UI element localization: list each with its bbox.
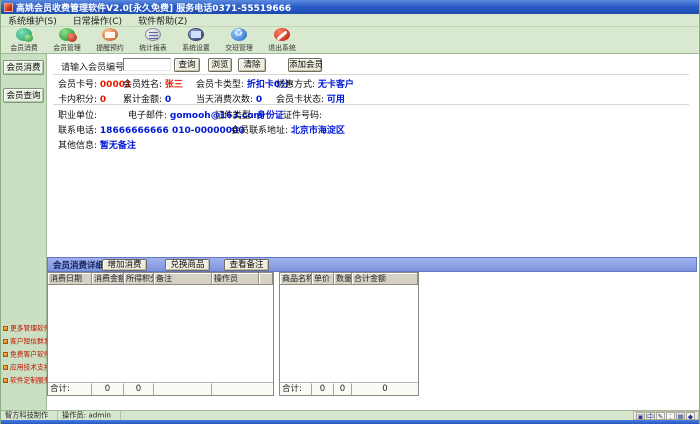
tray-keyboard-icon[interactable]: ▦ xyxy=(676,412,685,420)
taskbar-strip xyxy=(1,420,699,424)
toolbar-settings[interactable]: 系统设置 xyxy=(178,27,214,53)
system-tray: ▣ 中 ✎ ⁚ ▦ ◆ xyxy=(633,411,699,420)
shift-icon xyxy=(231,28,247,41)
window-title: 高姚会员收费管理软件V2.0[永久免费] 服务电话0371-55519666 xyxy=(16,1,291,14)
app-window: 高姚会员收费管理软件V2.0[永久免费] 服务电话0371-55519666 系… xyxy=(0,0,700,424)
menu-software-help[interactable]: 软件帮助(Z) xyxy=(138,14,187,27)
col-earned-points: 所得积分 xyxy=(124,273,154,285)
field-work-unit: 职业单位: xyxy=(58,108,97,121)
menu-system-maintenance[interactable]: 系统维护(S) xyxy=(8,14,57,27)
col-unit-price: 单价 xyxy=(312,273,334,285)
tray-language-icon[interactable]: ▣ xyxy=(636,412,645,420)
add-member-button[interactable]: 添加会员 xyxy=(288,58,322,72)
discount-mode-value: 无卡客户 xyxy=(318,80,354,90)
member-spend-icon xyxy=(16,28,32,41)
col-goods-name: 商品名称 xyxy=(280,273,312,285)
consume-table-body[interactable] xyxy=(48,285,273,383)
col-consume-amount: 消费金额 xyxy=(92,273,124,285)
field-member-name: 会员姓名: 张三 xyxy=(123,77,183,90)
toolbar-exit[interactable]: 退出系统 xyxy=(264,27,300,53)
toolbar-report[interactable]: 统计报表 xyxy=(135,27,171,53)
status-operator: 操作员: admin xyxy=(58,411,121,420)
field-phone: 联系电话: 18666666666 010-00000000 xyxy=(58,123,245,136)
consume-table-footer: 合计: 0 0 xyxy=(48,383,273,395)
bullet-icon xyxy=(3,339,8,344)
bullet-icon xyxy=(3,352,8,357)
app-icon xyxy=(4,3,13,12)
goods-table: 商品名称 单价 数量 合计金额 合计: 0 0 0 xyxy=(279,272,419,396)
add-consume-button[interactable]: 增加消费 xyxy=(102,259,147,271)
consume-total-label: 合计: xyxy=(48,383,92,395)
goods-total-money: 0 xyxy=(352,383,418,395)
col-remark: 备注 xyxy=(154,273,212,285)
title-bar: 高姚会员收费管理软件V2.0[永久免费] 服务电话0371-55519666 xyxy=(1,0,699,14)
consume-total-amount: 0 xyxy=(92,383,124,395)
field-card-no: 会员卡号: 00001 xyxy=(58,77,131,90)
browse-button[interactable]: 浏览 xyxy=(208,58,232,72)
view-remark-button[interactable]: 查看备注 xyxy=(224,259,269,271)
member-name-value: 张三 xyxy=(165,80,183,90)
field-address: 会员联系地址: 北京市海淀区 xyxy=(231,123,345,136)
tray-options-icon[interactable]: ◆ xyxy=(686,412,695,420)
goods-table-body[interactable] xyxy=(280,285,418,383)
detail-bar: 会员消费详细列表 增加消费 兑换商品 查看备注 xyxy=(47,257,697,272)
goods-total-price: 0 xyxy=(312,383,334,395)
query-button[interactable]: 查询 xyxy=(174,58,200,72)
goods-table-header: 商品名称 单价 数量 合计金额 xyxy=(280,273,418,285)
goods-total-qty: 0 xyxy=(334,383,352,395)
consume-total-points: 0 xyxy=(124,383,154,395)
status-bar: 智方科技制作 操作员: admin ▣ 中 ✎ ⁚ ▦ ◆ xyxy=(1,410,699,420)
sidebar-member-spend-button[interactable]: 会员消费 xyxy=(3,60,44,75)
tray-ime-icon[interactable]: 中 xyxy=(646,412,655,420)
report-icon xyxy=(145,28,161,41)
phone-value: 18666666666 010-00000000 xyxy=(100,126,245,136)
other-info-value: 暂无备注 xyxy=(100,141,136,151)
col-operator: 操作员 xyxy=(212,273,259,285)
exchange-goods-button[interactable]: 兑换商品 xyxy=(165,259,210,271)
consume-table-header: 消费日期 消费金额 所得积分 备注 操作员 xyxy=(48,273,273,285)
col-quantity: 数量 xyxy=(334,273,352,285)
toolbar-member-spend[interactable]: 会员消费 xyxy=(6,27,42,53)
consume-table: 消费日期 消费金额 所得积分 备注 操作员 合计: 0 0 xyxy=(47,272,274,396)
field-id-type: 证件类型: 身份证 xyxy=(215,108,284,121)
bullet-icon xyxy=(3,365,8,370)
address-value: 北京市海淀区 xyxy=(291,126,345,136)
field-id-number: 证件号码: xyxy=(283,108,322,121)
toolbar-shift[interactable]: 交班管理 xyxy=(221,27,257,53)
bullet-icon xyxy=(3,326,8,331)
id-type-value: 身份证 xyxy=(257,111,284,121)
menu-daily-operation[interactable]: 日常操作(C) xyxy=(73,14,122,27)
menu-bar: 系统维护(S) 日常操作(C) 软件帮助(Z) xyxy=(1,14,699,27)
member-search-input[interactable] xyxy=(123,58,171,71)
col-total-money: 合计金额 xyxy=(352,273,418,285)
operator-value: admin xyxy=(88,411,111,419)
status-maker: 智方科技制作 xyxy=(1,411,58,420)
clear-button[interactable]: 清除 xyxy=(238,58,266,72)
goods-total-label: 合计: xyxy=(280,383,312,395)
reminder-icon xyxy=(102,28,118,41)
main-area: 请输入会员编号或姓名 查询 浏览 清除 添加会员 会员卡号: 00001 会员姓… xyxy=(47,54,699,410)
member-manage-icon xyxy=(59,28,75,41)
settings-icon xyxy=(188,28,204,41)
toolbar-reminder[interactable]: 提醒预约 xyxy=(92,27,128,53)
col-consume-date: 消费日期 xyxy=(48,273,92,285)
col-spacer xyxy=(259,273,273,285)
tray-caps-icon[interactable]: ⁚ xyxy=(666,412,675,420)
sidebar-member-query-button[interactable]: 会员查询 xyxy=(3,88,44,103)
sidebar: 会员消费 会员查询 更多管理软件 客户短信群发 免费客户软件 应用技术支持 软件… xyxy=(1,54,47,410)
toolbar-member-manage[interactable]: 会员管理 xyxy=(49,27,85,53)
tray-pen-icon[interactable]: ✎ xyxy=(656,412,665,420)
bullet-icon xyxy=(3,378,8,383)
goods-table-footer: 合计: 0 0 0 xyxy=(280,383,418,395)
field-other-info: 其他信息: 暂无备注 xyxy=(58,138,136,151)
field-discount-mode: 优惠方式: 无卡客户 xyxy=(276,77,354,90)
exit-icon xyxy=(274,28,290,41)
toolbar: 会员消费 会员管理 提醒预约 统计报表 系统设置 交班管理 退出系统 xyxy=(1,27,699,54)
